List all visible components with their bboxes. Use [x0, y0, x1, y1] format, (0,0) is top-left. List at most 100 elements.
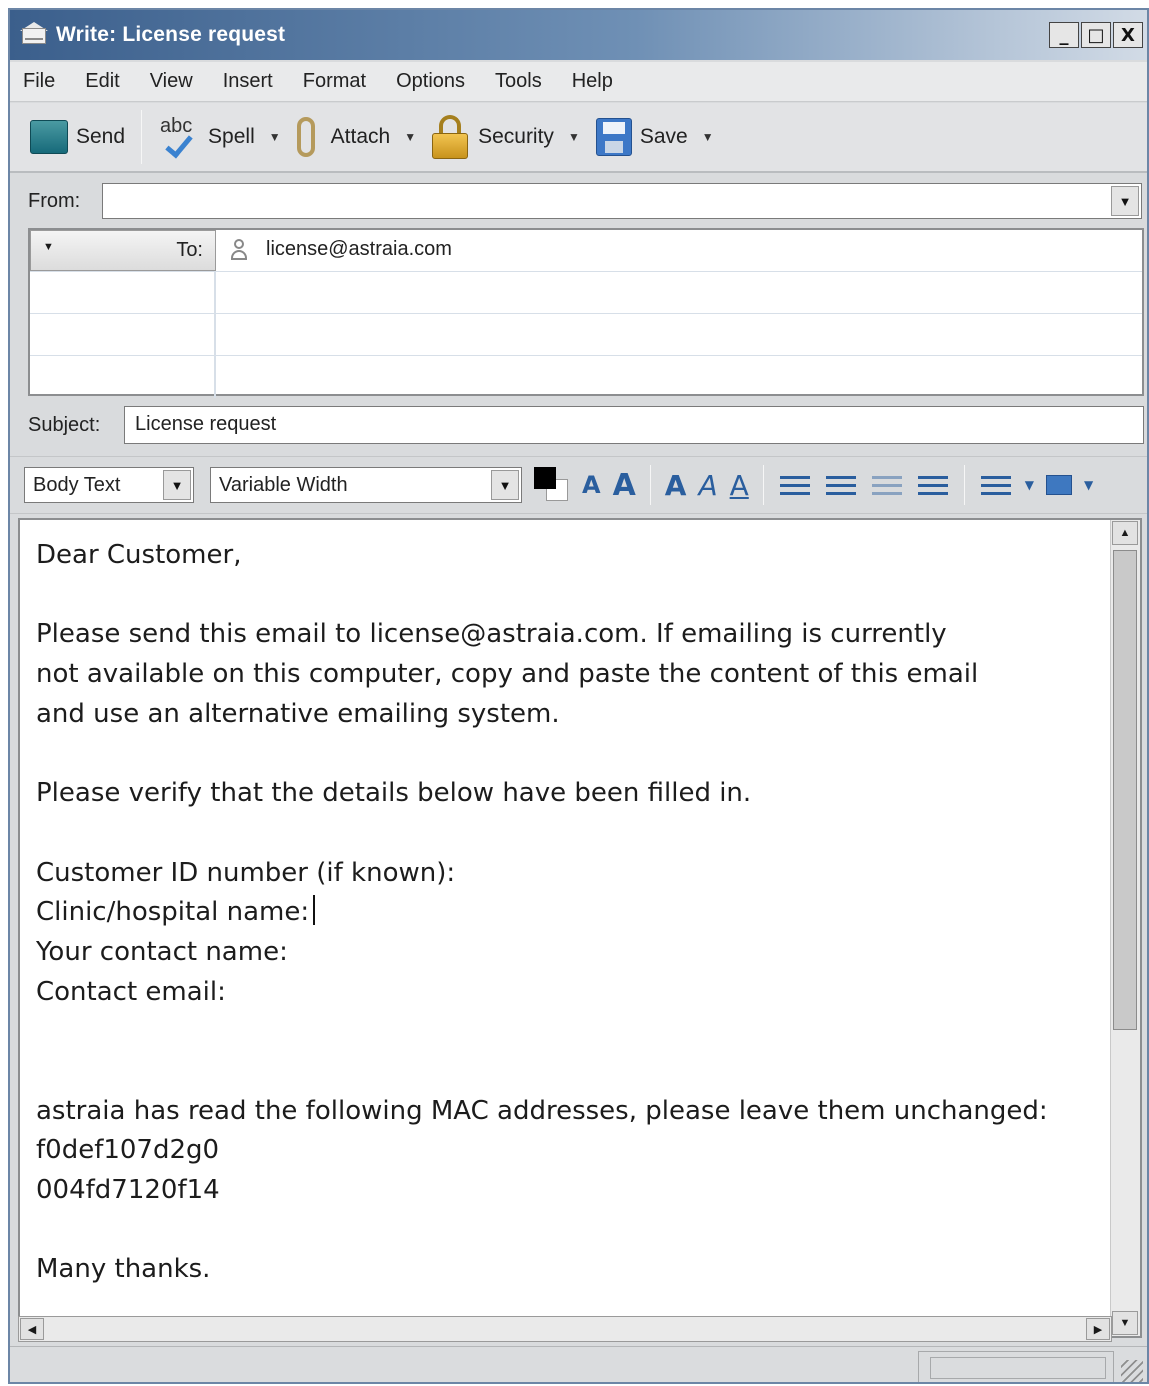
menu-help[interactable]: Help [572, 70, 613, 93]
body-line: Many thanks. [36, 1254, 211, 1285]
body-line-with-cursor: Clinic/hospital name: [36, 893, 1116, 933]
insert-object-icon[interactable] [1046, 465, 1073, 505]
menu-tools[interactable]: Tools [495, 70, 542, 93]
vertical-scroll-thumb[interactable] [1113, 550, 1137, 1030]
status-bar [10, 1346, 1147, 1382]
send-label: Send [76, 125, 126, 148]
from-select[interactable]: ▼ [102, 183, 1142, 219]
toolbar-separator [141, 110, 143, 164]
recipients-list: ▼ To: license@astraia.com [28, 228, 1144, 398]
title-bar: Write: License request _ □ X [10, 10, 1147, 60]
attach-label: Attach [330, 125, 391, 148]
body-line: Customer ID number (if known): [36, 857, 456, 888]
subject-row: Subject: License request [10, 402, 1147, 450]
security-dropdown-arrow-icon[interactable]: ▼ [568, 130, 580, 144]
font-face-arrow-icon[interactable]: ▼ [491, 470, 519, 500]
body-line: not available on this computer, copy and… [36, 659, 979, 690]
insert-dropdown-arrow-icon[interactable]: ▼ [1084, 465, 1093, 505]
spell-dropdown-arrow-icon[interactable]: ▼ [269, 130, 281, 144]
align-icon[interactable] [980, 469, 1011, 501]
underline-icon[interactable]: A [730, 465, 749, 505]
body-line: and use an alternative emailing system. [36, 698, 560, 729]
body-line [36, 1012, 1116, 1052]
italic-icon[interactable]: A [698, 465, 717, 505]
scroll-up-arrow-icon[interactable]: ▲ [1112, 521, 1138, 545]
empty-recipient-row[interactable] [30, 314, 1142, 356]
format-separator [649, 465, 651, 505]
menu-file[interactable]: File [23, 70, 55, 93]
body-line: Your contact name: [36, 936, 288, 967]
save-button[interactable]: Save ▼ [588, 109, 722, 165]
bulleted-list-icon[interactable] [779, 469, 810, 501]
recipient-address: license@astraia.com [266, 238, 452, 260]
recipient-type-select[interactable]: ▼ To: [30, 230, 216, 271]
subject-input[interactable]: License request [124, 406, 1144, 444]
bold-icon[interactable]: A [665, 465, 687, 505]
paragraph-style-value: Body Text [33, 474, 121, 496]
attach-dropdown-arrow-icon[interactable]: ▼ [404, 130, 416, 144]
security-label: Security [478, 125, 554, 148]
vertical-scrollbar[interactable]: ▲ ▼ [1110, 520, 1140, 1336]
scroll-left-arrow-icon[interactable]: ◀ [20, 1318, 44, 1340]
from-label: From: [28, 189, 81, 212]
body-line [36, 734, 1116, 774]
window-controls: _ □ X [1049, 22, 1143, 48]
menu-format[interactable]: Format [303, 70, 366, 93]
from-dropdown-arrow-icon[interactable]: ▼ [1111, 186, 1139, 216]
message-body[interactable]: Dear Customer, Please send this email to… [18, 518, 1142, 1338]
security-button[interactable]: Security ▼ [424, 109, 588, 165]
compose-window: Write: License request _ □ X File Edit V… [8, 8, 1149, 1384]
scroll-right-arrow-icon[interactable]: ▶ [1086, 1318, 1110, 1340]
menu-edit[interactable]: Edit [85, 70, 119, 93]
window-title: Write: License request [56, 23, 286, 46]
floppy-disk-icon [595, 118, 632, 156]
empty-recipient-row[interactable] [30, 356, 1142, 398]
text-cursor [313, 895, 316, 926]
minimize-button[interactable]: _ [1049, 22, 1079, 48]
format-toolbar: Body Text ▼ Variable Width ▼ A A A A A ▼… [10, 456, 1147, 514]
font-face-select[interactable]: Variable Width ▼ [210, 467, 522, 503]
text-color-icon[interactable] [532, 465, 572, 505]
maximize-button[interactable]: □ [1081, 22, 1111, 48]
scroll-down-arrow-icon[interactable]: ▼ [1112, 1311, 1138, 1335]
body-line: Please verify that the details below hav… [36, 778, 752, 809]
resize-grip-icon[interactable] [1121, 1360, 1143, 1382]
spell-button[interactable]: abc Spell ▼ [150, 109, 289, 165]
recipient-address-field[interactable]: license@astraia.com [230, 238, 452, 261]
paragraph-style-arrow-icon[interactable]: ▼ [163, 470, 191, 500]
subject-label: Subject: [28, 414, 101, 436]
send-button[interactable]: Send [22, 109, 133, 165]
horizontal-scrollbar[interactable]: ◀ ▶ [18, 1316, 1112, 1342]
lock-icon [432, 115, 469, 159]
to-label: To: [176, 239, 203, 261]
empty-recipient-row[interactable] [30, 272, 1142, 314]
close-button[interactable]: X [1113, 22, 1143, 48]
smaller-text-icon[interactable]: A [582, 465, 601, 505]
font-face-value: Variable Width [219, 474, 348, 496]
menu-insert[interactable]: Insert [223, 70, 273, 93]
body-line: Please send this email to license@astrai… [36, 619, 947, 650]
larger-text-icon[interactable]: A [613, 465, 636, 505]
spell-label: Spell [208, 125, 255, 148]
paperclip-icon [296, 117, 315, 157]
paragraph-style-select[interactable]: Body Text ▼ [24, 467, 194, 503]
decrease-indent-icon[interactable] [871, 469, 902, 501]
save-dropdown-arrow-icon[interactable]: ▼ [702, 130, 714, 144]
recipient-row[interactable]: ▼ To: license@astraia.com [30, 230, 1142, 272]
format-separator [762, 465, 764, 505]
body-line [36, 814, 1116, 854]
from-row: From: ▼ [10, 176, 1147, 226]
menu-options[interactable]: Options [396, 70, 465, 93]
message-body-text[interactable]: Dear Customer, Please send this email to… [36, 536, 1116, 1290]
spell-check-icon: abc [158, 115, 204, 159]
body-line: astraia has read the following MAC addre… [36, 1095, 1048, 1126]
menu-view[interactable]: View [150, 70, 193, 93]
body-line: Dear Customer, [36, 540, 242, 570]
recipient-type-arrow-icon: ▼ [43, 241, 54, 253]
align-dropdown-arrow-icon[interactable]: ▼ [1025, 465, 1034, 505]
recipient-type-cell [30, 356, 216, 398]
numbered-list-icon[interactable] [825, 469, 856, 501]
increase-indent-icon[interactable] [917, 469, 948, 501]
menu-bar: File Edit View Insert Format Options Too… [10, 62, 1147, 102]
attach-button[interactable]: Attach ▼ [289, 109, 424, 165]
